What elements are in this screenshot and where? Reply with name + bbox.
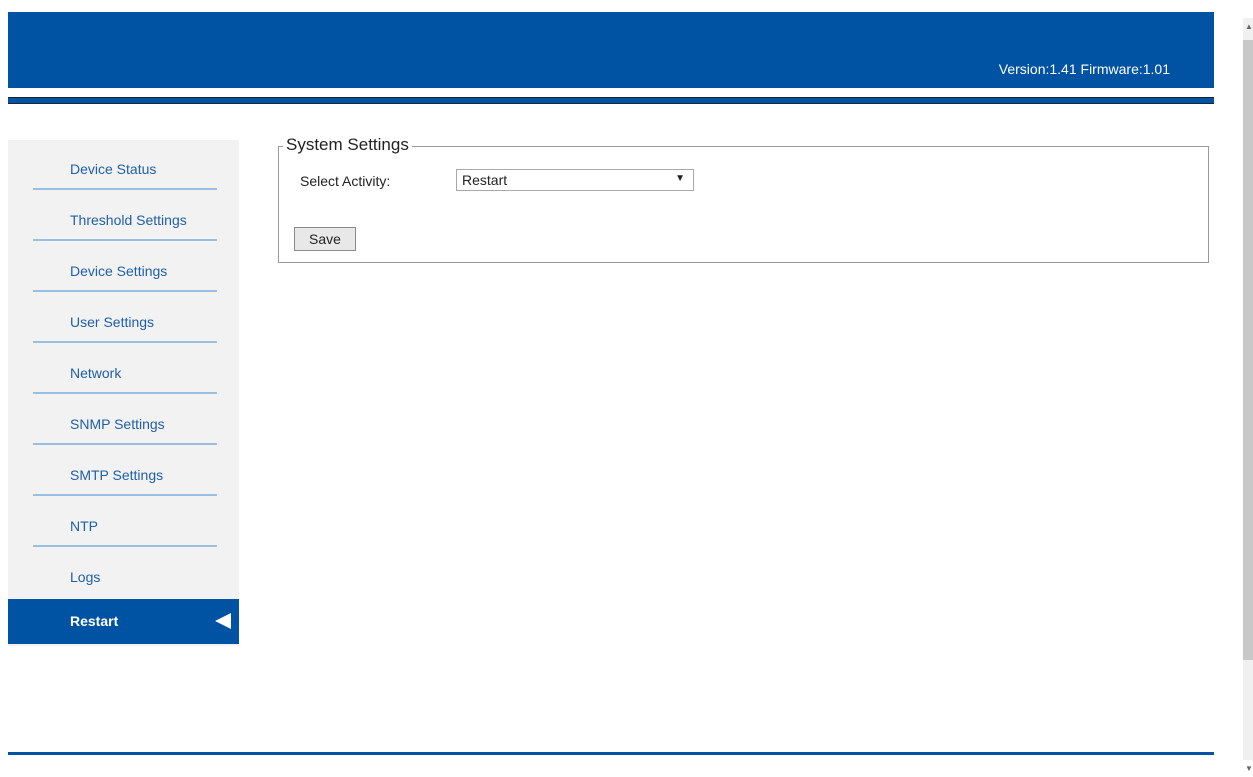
sidebar-item-label: Device Settings [70,263,168,279]
sidebar-item-label: Threshold Settings [70,212,187,228]
sidebar-divider [33,392,217,394]
save-button[interactable]: Save [294,227,356,251]
chevron-down-icon: ▼ [675,173,685,184]
sidebar-item-device-settings[interactable]: Device Settings [8,242,239,293]
sidebar-item-snmp-settings[interactable]: SNMP Settings [8,395,239,446]
sidebar-divider [33,443,217,445]
sidebar-item-label: NTP [70,518,98,534]
select-activity-label: Select Activity: [300,173,391,189]
active-arrow-icon [215,613,231,629]
system-settings-panel: System Settings Select Activity: Restart… [278,135,1209,263]
version-info: Version:1.41 Firmware:1.01 [998,61,1170,77]
sidebar-item-user-settings[interactable]: User Settings [8,293,239,344]
sidebar-item-label: Device Status [70,161,157,177]
panel-title: System Settings [283,135,412,155]
sidebar-item-label: User Settings [70,314,155,330]
sidebar-item-logs[interactable]: Logs [8,548,239,599]
scrollbar-thumb[interactable] [1243,40,1253,660]
sidebar-item-smtp-settings[interactable]: SMTP Settings [8,446,239,497]
activity-select[interactable]: Restart ▼ [456,169,694,191]
sidebar-item-label: Logs [70,569,101,585]
sidebar-item-label: SNMP Settings [70,416,165,432]
sidebar-item-threshold-settings[interactable]: Threshold Settings [8,191,239,242]
footer-divider [8,752,1214,755]
sidebar-item-label: Restart [70,613,119,629]
scroll-down-icon[interactable]: ▼ [1245,764,1253,773]
sidebar-item-ntp[interactable]: NTP [8,497,239,548]
scroll-up-icon[interactable]: ▲ [1245,22,1253,31]
sidebar-item-label: SMTP Settings [70,467,164,483]
sidebar-divider [33,290,217,292]
sidebar-item-device-status[interactable]: Device Status [8,140,239,191]
sidebar-divider [33,545,217,547]
sidebar-divider [33,188,217,190]
sidebar-item-label: Network [70,365,122,381]
sidebar-divider [33,341,217,343]
sidebar-divider [33,239,217,241]
header-bar: Version:1.41 Firmware:1.01 [8,12,1214,88]
sidebar-item-restart[interactable]: Restart [8,599,239,644]
header-divider [8,97,1214,104]
sidebar-item-network[interactable]: Network [8,344,239,395]
sidebar-divider [33,494,217,496]
sidebar-nav: Device Status Threshold Settings Device … [8,140,239,646]
activity-select-value: Restart [462,172,508,188]
